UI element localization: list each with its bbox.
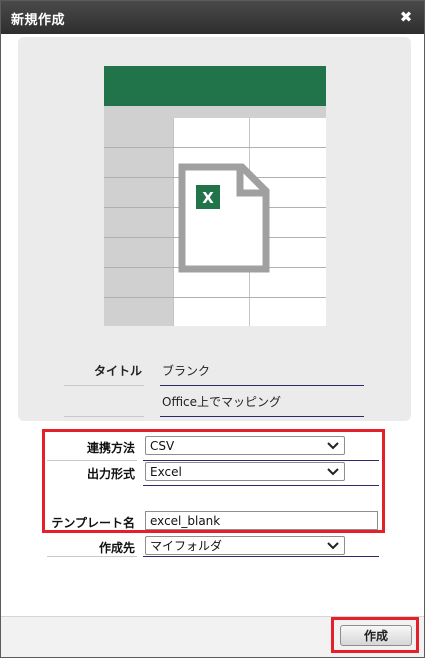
- info-row-title: タイトル ブランク: [64, 355, 364, 386]
- excel-badge-letter: X: [202, 189, 214, 207]
- highlight-box: [42, 429, 385, 533]
- row-divider: [143, 556, 379, 557]
- sheet-gridline: [173, 118, 174, 326]
- destination-select[interactable]: マイフォルダ: [145, 536, 345, 555]
- destination-label: 作成先: [98, 541, 135, 555]
- info-row-description: Office上でマッピング: [64, 386, 364, 417]
- close-icon[interactable]: ✖: [396, 7, 416, 27]
- create-button-highlight: 作成: [331, 617, 419, 653]
- new-creation-dialog: 新規作成 ✖ X タイトル ブランク Office上でマッピング 連携方法 CS…: [0, 0, 425, 658]
- spreadsheet-thumbnail: X: [104, 66, 326, 326]
- title-value: ブランク: [162, 364, 211, 378]
- excel-file-icon: X: [178, 163, 270, 273]
- sheet-gridline: [104, 297, 326, 298]
- template-info-table: タイトル ブランク Office上でマッピング: [64, 355, 364, 417]
- sheet-row-header: [104, 118, 173, 326]
- sheet-gridline: [104, 147, 326, 148]
- title-label: タイトル: [93, 364, 142, 378]
- destination-value: マイフォルダ: [150, 539, 223, 553]
- row-divider: [160, 416, 364, 417]
- dialog-title: 新規作成: [11, 13, 66, 28]
- dialog-titlebar: 新規作成 ✖: [1, 1, 424, 34]
- template-preview-panel: X タイトル ブランク Office上でマッピング: [18, 37, 411, 421]
- create-button[interactable]: 作成: [340, 625, 412, 646]
- chevron-down-icon: [327, 542, 339, 550]
- row-divider: [64, 416, 144, 417]
- sheet-column-header: [104, 106, 326, 118]
- sheet-header-bar: [104, 66, 326, 106]
- description-value: Office上でマッピング: [162, 395, 282, 409]
- row-divider: [47, 556, 137, 557]
